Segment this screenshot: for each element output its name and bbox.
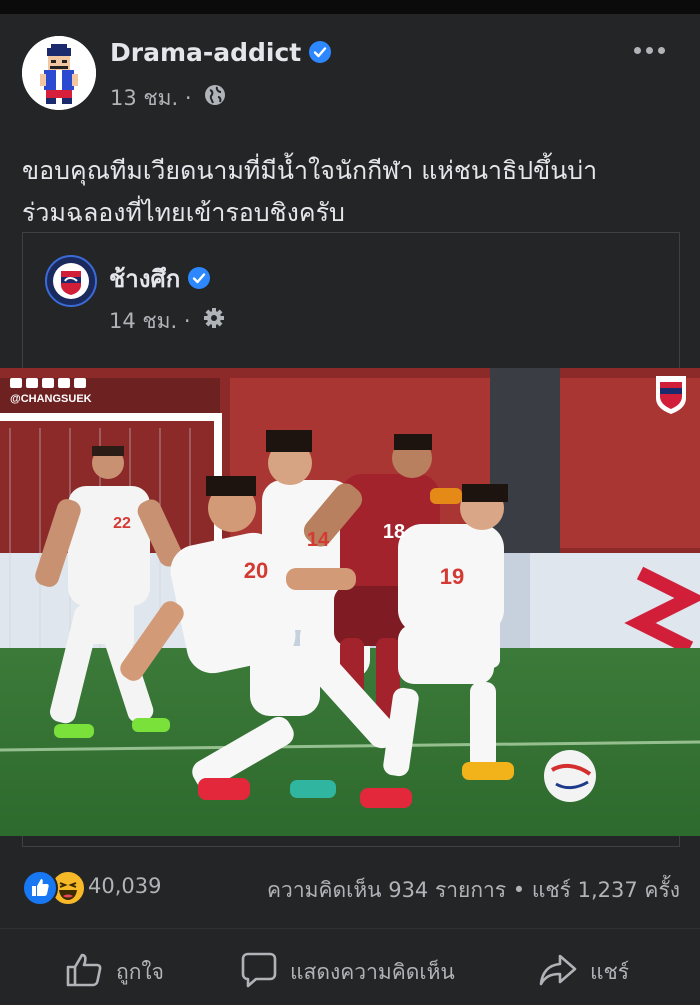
like-icon xyxy=(22,870,58,906)
shared-author[interactable]: ช้างศึก xyxy=(109,259,211,298)
jersey-number: 22 xyxy=(113,515,131,532)
author-avatar[interactable] xyxy=(22,36,96,110)
meta-separator: · xyxy=(183,309,191,333)
shared-post-bottom xyxy=(22,836,680,847)
share-icon xyxy=(538,950,578,995)
post-author[interactable]: Drama-addict xyxy=(110,38,332,67)
photo-watermark: @CHANGSUEK xyxy=(10,393,92,405)
post-card: Drama-addict 13 ชม. · ขอบคุณทีมเวียดนามท… xyxy=(0,14,700,1005)
post-text-line: ขอบคุณทีมเวียดนามที่มีน้ำใจนักกีฬา แห่ชน… xyxy=(22,156,598,185)
post-text-line: ร่วมฉลองที่ไทยเข้ารอบชิงครับ xyxy=(22,198,345,227)
shared-author-avatar[interactable] xyxy=(45,255,97,307)
reaction-count[interactable]: 40,039 xyxy=(88,874,161,898)
comment-icon xyxy=(240,950,278,995)
comment-share-stats[interactable]: ความคิดเห็น 934 รายการ • แชร์ 1,237 ครั้… xyxy=(267,874,680,907)
divider xyxy=(0,928,700,929)
shared-post-meta: 14 ชม. · xyxy=(109,305,225,338)
meta-separator: · xyxy=(184,86,192,110)
gear-icon xyxy=(203,307,225,334)
like-label: ถูกใจ xyxy=(116,960,164,984)
post-text: ขอบคุณทีมเวียดนามที่มีน้ำใจนักกีฬา แห่ชน… xyxy=(22,150,682,234)
thumbs-up-icon xyxy=(64,950,104,995)
post-author-name[interactable]: Drama-addict xyxy=(110,38,301,67)
post-photo[interactable]: 22 20 14 19 18 @CHANGSUEK xyxy=(0,368,700,836)
comment-label: แสดงความคิดเห็น xyxy=(290,960,455,984)
jersey-number: 19 xyxy=(440,564,464,589)
jersey-number: 14 xyxy=(307,529,330,551)
jersey-number: 18 xyxy=(383,521,405,543)
post-meta: 13 ชม. · xyxy=(110,82,226,115)
shared-author-name[interactable]: ช้างศึก xyxy=(109,265,180,293)
more-options-icon[interactable] xyxy=(634,44,668,58)
verified-badge-icon xyxy=(188,267,211,289)
share-label: แชร์ xyxy=(590,960,630,984)
like-button[interactable]: ถูกใจ xyxy=(64,950,164,990)
share-button[interactable]: แชร์ xyxy=(538,950,629,990)
post-time[interactable]: 13 ชม. xyxy=(110,86,178,110)
shared-post-time[interactable]: 14 ชม. xyxy=(109,309,177,333)
globe-icon xyxy=(204,84,226,111)
status-bar xyxy=(0,0,700,14)
comment-button[interactable]: แสดงความคิดเห็น xyxy=(240,950,455,990)
verified-badge-icon xyxy=(309,41,332,63)
jersey-number: 20 xyxy=(244,558,268,583)
